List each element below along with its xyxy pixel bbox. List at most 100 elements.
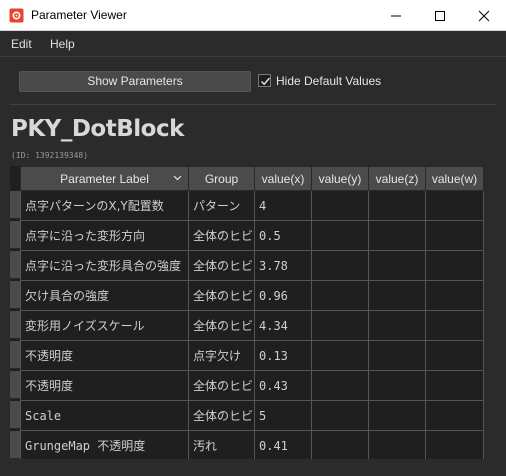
cell-value-x[interactable]: 0.13 bbox=[254, 340, 312, 371]
table-row[interactable]: 点字に沿った変形方向 全体のヒビ 0.5 bbox=[20, 220, 484, 251]
cell-value-y[interactable] bbox=[311, 220, 369, 251]
cell-value-w[interactable] bbox=[425, 280, 484, 311]
row-handle[interactable] bbox=[10, 251, 20, 279]
app-icon bbox=[9, 8, 24, 23]
row-handle[interactable] bbox=[10, 341, 20, 369]
cell-parameter-label[interactable]: 欠け具合の強度 bbox=[20, 280, 189, 311]
cell-value-y[interactable] bbox=[311, 250, 369, 281]
cell-value-z[interactable] bbox=[368, 250, 426, 281]
toolbar: Show Parameters Hide Default Values bbox=[0, 58, 506, 104]
minimize-button[interactable] bbox=[374, 0, 418, 31]
column-header-group[interactable]: Group bbox=[188, 166, 255, 191]
cell-value-z[interactable] bbox=[368, 430, 426, 461]
cell-value-w[interactable] bbox=[425, 220, 484, 251]
corner-cell bbox=[10, 166, 20, 190]
chevron-down-icon bbox=[173, 175, 182, 181]
cell-parameter-label[interactable]: 不透明度 bbox=[20, 370, 189, 401]
menu-help[interactable]: Help bbox=[50, 37, 75, 51]
row-handle[interactable] bbox=[10, 401, 20, 429]
bottom-area bbox=[0, 459, 506, 476]
cell-parameter-label[interactable]: 点字に沿った変形具合の強度 bbox=[20, 250, 189, 281]
maximize-button[interactable] bbox=[418, 0, 462, 31]
cell-parameter-label[interactable]: 変形用ノイズスケール bbox=[20, 310, 189, 341]
cell-value-x[interactable]: 5 bbox=[254, 400, 312, 431]
cell-value-w[interactable] bbox=[425, 430, 484, 461]
row-handle[interactable] bbox=[10, 431, 20, 459]
cell-value-w[interactable] bbox=[425, 250, 484, 281]
table-row[interactable]: Scale 全体のヒビ 5 bbox=[20, 400, 484, 431]
cell-value-w[interactable] bbox=[425, 190, 484, 221]
cell-group[interactable]: 点字欠け bbox=[188, 340, 255, 371]
table-row[interactable]: 変形用ノイズスケール 全体のヒビ 4.34 bbox=[20, 310, 484, 341]
cell-value-z[interactable] bbox=[368, 370, 426, 401]
cell-value-y[interactable] bbox=[311, 430, 369, 461]
cell-value-y[interactable] bbox=[311, 400, 369, 431]
checkmark-icon bbox=[261, 77, 271, 86]
column-header-value-w[interactable]: value(w) bbox=[425, 166, 484, 191]
cell-value-z[interactable] bbox=[368, 280, 426, 311]
block-id: (ID: 1392139348) bbox=[11, 151, 89, 160]
column-header-value-x[interactable]: value(x) bbox=[254, 166, 312, 191]
row-header-gutter bbox=[10, 166, 20, 459]
table-row[interactable]: 点字に沿った変形具合の強度 全体のヒビ 3.78 bbox=[20, 250, 484, 281]
column-header-label: Parameter Label bbox=[60, 171, 149, 186]
block-name: PKY_DotBlock bbox=[11, 116, 184, 142]
cell-group[interactable]: パターン bbox=[188, 190, 255, 221]
cell-value-y[interactable] bbox=[311, 340, 369, 371]
cell-value-z[interactable] bbox=[368, 310, 426, 341]
column-header-value-y[interactable]: value(y) bbox=[311, 166, 369, 191]
cell-value-z[interactable] bbox=[368, 400, 426, 431]
column-header-parameter-label[interactable]: Parameter Label bbox=[20, 166, 189, 191]
row-handle[interactable] bbox=[10, 311, 20, 339]
cell-value-x[interactable]: 4 bbox=[254, 190, 312, 221]
cell-parameter-label[interactable]: Scale bbox=[20, 400, 189, 431]
cell-value-w[interactable] bbox=[425, 400, 484, 431]
title-bar: Parameter Viewer bbox=[0, 0, 506, 31]
cell-value-y[interactable] bbox=[311, 310, 369, 341]
cell-value-w[interactable] bbox=[425, 340, 484, 371]
table-row[interactable]: 欠け具合の強度 全体のヒビ 0.96 bbox=[20, 280, 484, 311]
cell-value-x[interactable]: 0.5 bbox=[254, 220, 312, 251]
cell-group[interactable]: 全体のヒビ bbox=[188, 400, 255, 431]
cell-value-y[interactable] bbox=[311, 370, 369, 401]
table-row[interactable]: 不透明度 全体のヒビ 0.43 bbox=[20, 370, 484, 401]
menu-edit[interactable]: Edit bbox=[11, 37, 32, 51]
cell-group[interactable]: 全体のヒビ bbox=[188, 280, 255, 311]
cell-value-z[interactable] bbox=[368, 340, 426, 371]
divider bbox=[10, 104, 496, 105]
hide-default-checkbox[interactable] bbox=[258, 74, 271, 87]
cell-value-z[interactable] bbox=[368, 190, 426, 221]
table-row[interactable]: 不透明度 点字欠け 0.13 bbox=[20, 340, 484, 371]
cell-value-y[interactable] bbox=[311, 190, 369, 221]
cell-value-x[interactable]: 0.43 bbox=[254, 370, 312, 401]
cell-parameter-label[interactable]: 点字に沿った変形方向 bbox=[20, 220, 189, 251]
table-row[interactable]: GrungeMap 不透明度 汚れ 0.41 bbox=[20, 430, 484, 461]
cell-value-w[interactable] bbox=[425, 370, 484, 401]
cell-value-x[interactable]: 0.41 bbox=[254, 430, 312, 461]
cell-value-w[interactable] bbox=[425, 310, 484, 341]
row-handle[interactable] bbox=[10, 371, 20, 399]
row-handle[interactable] bbox=[10, 191, 20, 219]
cell-group[interactable]: 全体のヒビ bbox=[188, 310, 255, 341]
cell-group[interactable]: 全体のヒビ bbox=[188, 250, 255, 281]
cell-value-x[interactable]: 3.78 bbox=[254, 250, 312, 281]
parameter-table-container: Parameter Label Group value(x) value(y) … bbox=[10, 166, 484, 461]
cell-group[interactable]: 全体のヒビ bbox=[188, 370, 255, 401]
cell-parameter-label[interactable]: 点字パターンのX,Y配置数 bbox=[20, 190, 189, 221]
row-handle[interactable] bbox=[10, 281, 20, 309]
cell-group[interactable]: 汚れ bbox=[188, 430, 255, 461]
column-header-value-z[interactable]: value(z) bbox=[368, 166, 426, 191]
cell-parameter-label[interactable]: GrungeMap 不透明度 bbox=[20, 430, 189, 461]
cell-value-x[interactable]: 4.34 bbox=[254, 310, 312, 341]
hide-default-label[interactable]: Hide Default Values bbox=[276, 74, 381, 88]
close-button[interactable] bbox=[462, 0, 506, 31]
show-parameters-button[interactable]: Show Parameters bbox=[19, 71, 251, 92]
cell-value-x[interactable]: 0.96 bbox=[254, 280, 312, 311]
cell-parameter-label[interactable]: 不透明度 bbox=[20, 340, 189, 371]
table-row[interactable]: 点字パターンのX,Y配置数 パターン 4 bbox=[20, 190, 484, 221]
cell-group[interactable]: 全体のヒビ bbox=[188, 220, 255, 251]
cell-value-y[interactable] bbox=[311, 280, 369, 311]
row-handle[interactable] bbox=[10, 221, 20, 249]
cell-value-z[interactable] bbox=[368, 220, 426, 251]
window-title: Parameter Viewer bbox=[31, 8, 127, 22]
